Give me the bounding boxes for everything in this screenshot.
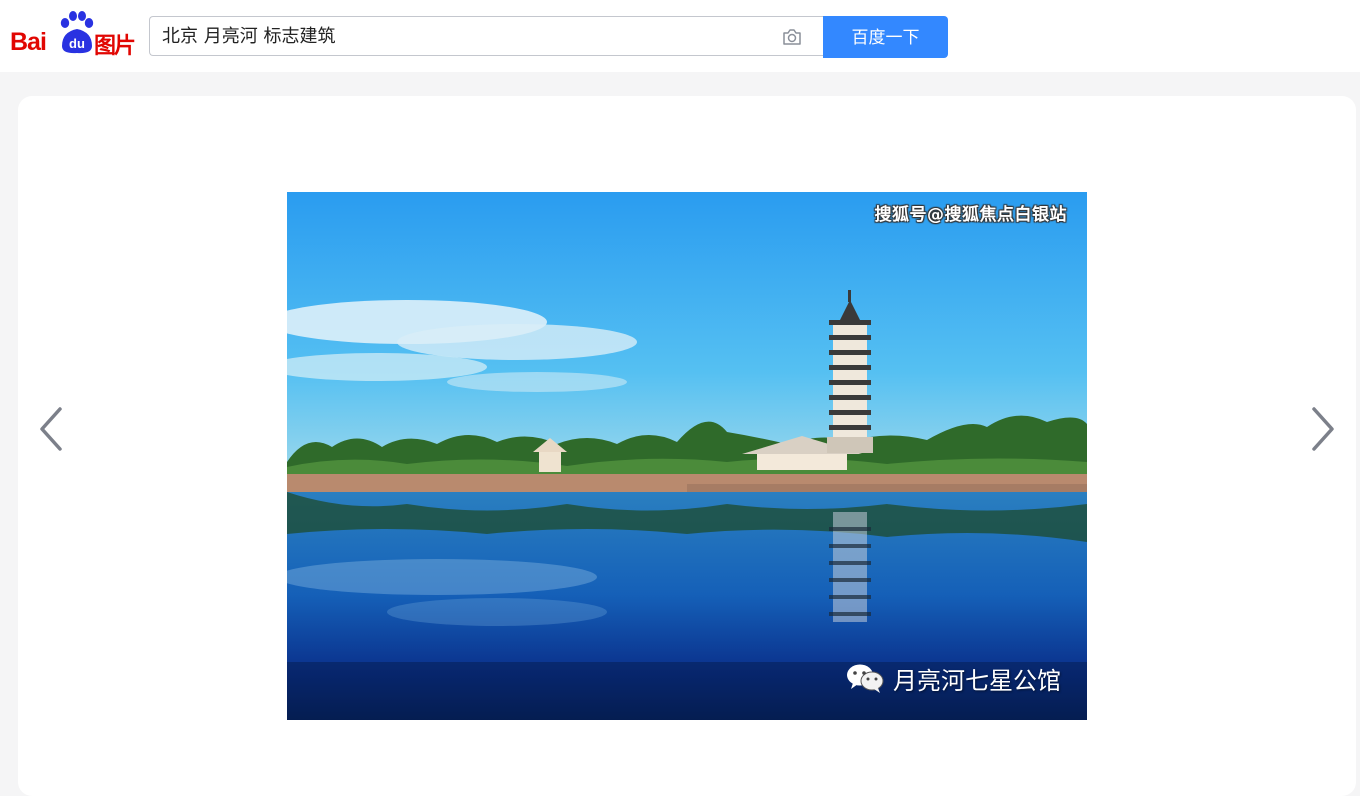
wechat-icon (847, 664, 884, 693)
landscape-photo (287, 192, 1087, 720)
search-button[interactable]: 百度一下 (823, 16, 948, 58)
paw-logo-icon: du (60, 11, 94, 54)
logo-brand-text: Bai (10, 28, 47, 56)
watermark-account-text: 月亮河七星公馆 (893, 666, 1061, 695)
main-image[interactable]: 搜狐号@搜狐焦点白银站 月亮河七星公馆 (287, 192, 1087, 720)
watermark-source: 搜狐号@搜狐焦点白银站 (874, 205, 1067, 225)
camera-icon[interactable] (781, 26, 803, 48)
search-box[interactable] (149, 16, 823, 57)
baidu-image-logo[interactable]: Bai du 图片 (10, 10, 138, 59)
top-bar: Bai du 图片 百度一下 (0, 0, 1360, 72)
logo-product-text: 图片 (94, 34, 136, 59)
search-input[interactable] (160, 17, 764, 57)
chevron-right-icon[interactable] (1308, 404, 1338, 454)
watermark-account: 月亮河七星公馆 (845, 662, 1061, 695)
logo-paw-text: du (69, 36, 85, 51)
chevron-left-icon[interactable] (36, 404, 66, 454)
